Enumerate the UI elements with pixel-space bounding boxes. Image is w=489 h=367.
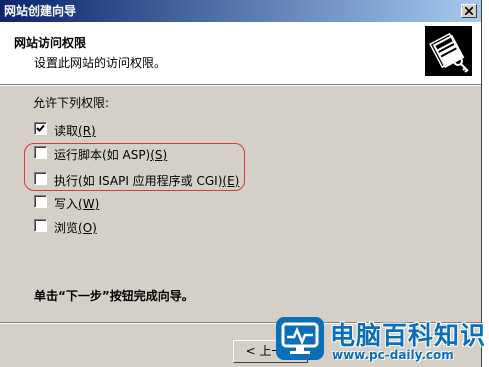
watermark: 电脑百科知识 www.pc-daily.com [270,310,489,367]
checkmark-icon [36,124,45,132]
annotation-highlight [24,143,245,191]
wizard-book-key-icon [425,26,472,76]
wizard-header: 网站访问权限 设置此网站的访问权限。 [0,22,481,84]
watermark-url: www.pc-daily.com [332,348,454,362]
watermark-title: 电脑百科知识 [330,321,487,350]
monitor-logo-icon [276,317,324,360]
close-icon [465,7,473,15]
header-title: 网站访问权限 [14,36,87,50]
permissions-group-label: 允许下列权限: [33,96,110,110]
title-bar[interactable]: 网站创建向导 [0,0,481,22]
read-label: 读取(R) [54,124,96,138]
browse-label: 浏览(O) [54,221,97,235]
write-label: 写入(W) [54,197,100,211]
close-button[interactable] [461,4,477,18]
footer-instruction: 单击“下一步”按钮完成向导。 [34,289,194,303]
header-separator-highlight [0,85,481,86]
write-checkbox[interactable] [34,195,47,208]
window-title: 网站创建向导 [4,4,77,18]
header-subtitle: 设置此网站的访问权限。 [34,56,167,70]
browse-checkbox[interactable] [34,219,47,232]
read-checkbox[interactable] [34,122,47,135]
